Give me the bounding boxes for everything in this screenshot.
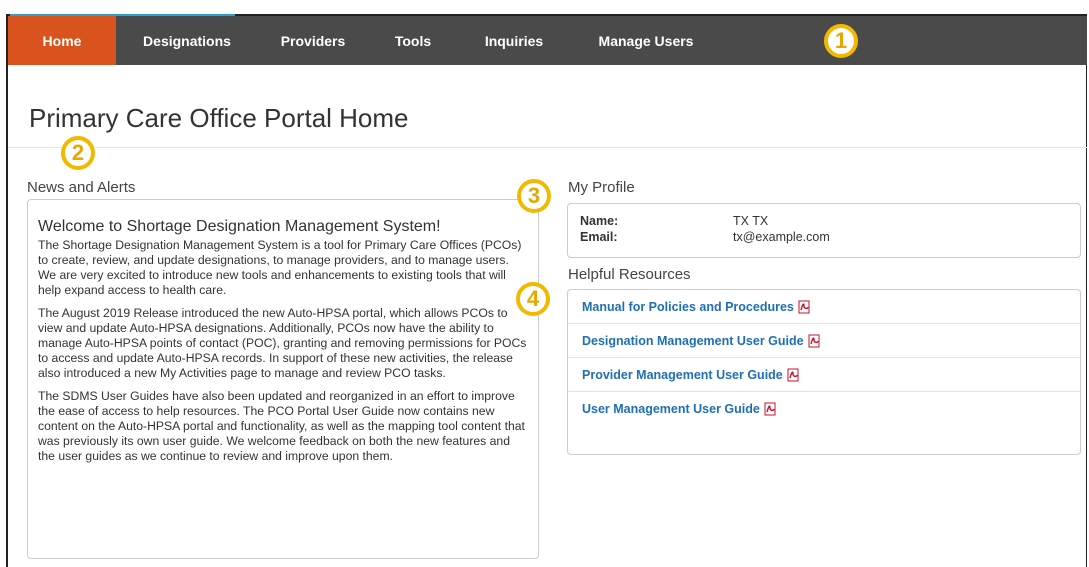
profile-name-value: TX TX: [733, 214, 769, 228]
resource-link-designation-guide[interactable]: Designation Management User Guide: [582, 334, 804, 348]
pdf-icon: [787, 368, 799, 381]
nav-tools[interactable]: Tools: [368, 16, 458, 65]
resource-item[interactable]: Designation Management User Guide: [568, 324, 1080, 358]
resource-item[interactable]: User Management User Guide: [568, 392, 1080, 426]
resource-link-policies[interactable]: Manual for Policies and Procedures: [582, 300, 794, 314]
resource-link-provider-guide[interactable]: Provider Management User Guide: [582, 368, 783, 382]
resource-item[interactable]: Manual for Policies and Procedures: [568, 290, 1080, 324]
callout-2: 2: [61, 136, 95, 170]
nav-inquiries[interactable]: Inquiries: [458, 16, 570, 65]
resources-section-label: Helpful Resources: [568, 266, 691, 283]
resource-item[interactable]: Provider Management User Guide: [568, 358, 1080, 392]
nav-designations[interactable]: Designations: [116, 16, 258, 65]
news-paragraph: The SDMS User Guides have also been upda…: [38, 389, 525, 463]
nav-manage-users[interactable]: Manage Users: [570, 16, 722, 65]
page-title: Primary Care Office Portal Home: [29, 103, 409, 133]
resources-panel: Manual for Policies and Procedures Desig…: [567, 289, 1081, 455]
nav-home[interactable]: Home: [8, 16, 116, 65]
title-divider: [8, 147, 1087, 148]
pdf-icon: [798, 300, 810, 313]
callout-1: 1: [824, 24, 858, 58]
callout-4: 4: [516, 282, 550, 316]
news-panel: Welcome to Shortage Designation Manageme…: [27, 199, 539, 559]
nav-providers[interactable]: Providers: [258, 16, 368, 65]
profile-panel: Name: TX TX Email: tx@example.com: [567, 203, 1081, 258]
profile-email-label: Email:: [580, 230, 618, 244]
news-paragraph: The Shortage Designation Management Syst…: [38, 238, 522, 297]
news-section-label: News and Alerts: [27, 179, 136, 196]
profile-email-value: tx@example.com: [733, 230, 830, 244]
news-paragraph: The August 2019 Release introduced the n…: [38, 306, 527, 380]
news-heading: Welcome to Shortage Designation Manageme…: [38, 218, 441, 235]
resource-link-user-guide[interactable]: User Management User Guide: [582, 402, 760, 416]
pdf-icon: [808, 334, 820, 347]
pdf-icon: [764, 402, 776, 416]
profile-section-label: My Profile: [568, 179, 635, 196]
main-navbar: Home Designations Providers Tools Inquir…: [8, 16, 1087, 65]
profile-name-label: Name:: [580, 214, 619, 228]
callout-3: 3: [517, 179, 551, 213]
